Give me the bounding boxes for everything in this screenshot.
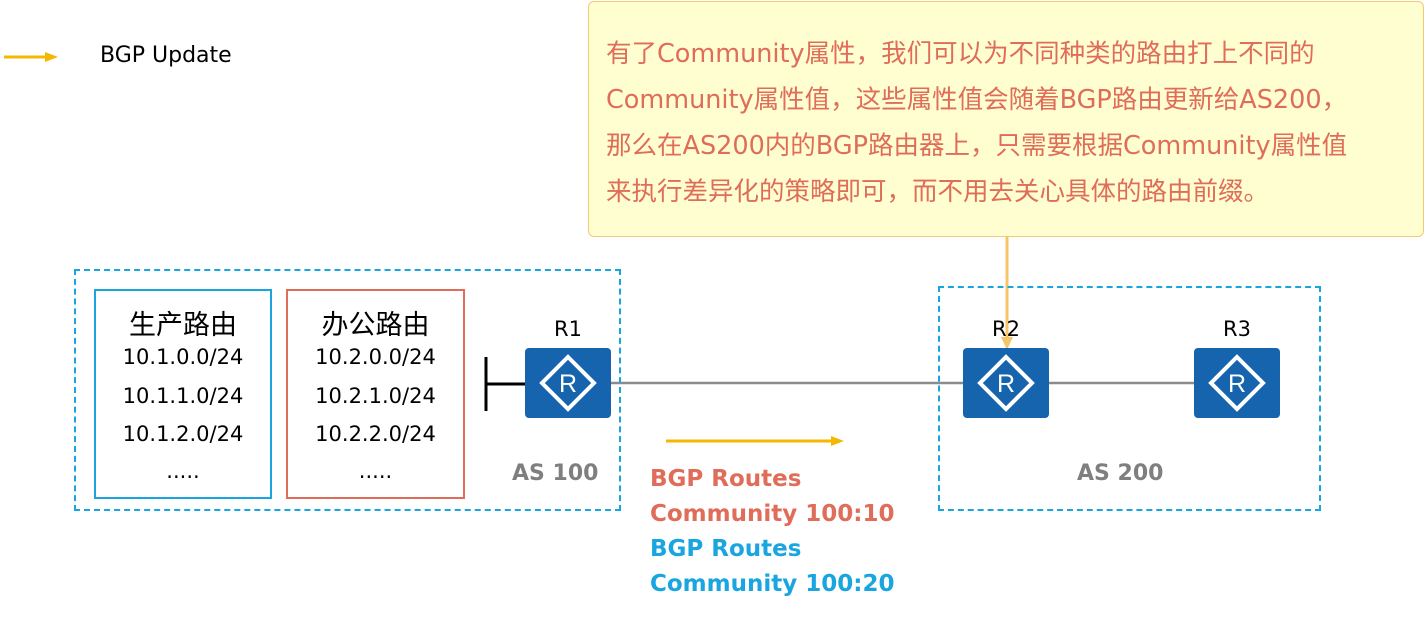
callout-line: 那么在AS200内的BGP路由器上，只需要根据Community属性值	[606, 131, 1348, 161]
svg-text:R: R	[997, 370, 1015, 398]
as100-label: AS 100	[512, 461, 599, 486]
router-label-r1: R1	[554, 317, 582, 341]
route-entry: 10.1.2.0/24	[122, 422, 244, 446]
router-icon: R	[539, 354, 597, 412]
as200-label: AS 200	[1077, 461, 1164, 486]
update-routes-label: BGP Routes	[650, 536, 802, 562]
router-r3[interactable]: R	[1194, 348, 1280, 418]
router-label-r2: R2	[992, 317, 1020, 341]
router-r2[interactable]: R	[963, 348, 1049, 418]
update-arrow-icon	[666, 436, 844, 446]
production-routes-box: 生产路由 10.1.0.0/24 10.1.1.0/24 10.1.2.0/24…	[94, 289, 272, 499]
update-routes-label: BGP Routes	[650, 466, 802, 492]
legend-arrow-icon	[4, 52, 58, 62]
route-group-title: 生产路由	[129, 310, 237, 341]
callout-line: 有了Community属性，我们可以为不同种类的路由打上不同的	[606, 39, 1315, 69]
callout-line: 来执行差异化的策略即可，而不用去关心具体的路由前缀。	[606, 177, 1270, 207]
update-community-label: Community 100:20	[650, 571, 895, 597]
legend-label: BGP Update	[100, 43, 232, 68]
route-group-title: 办公路由	[321, 310, 430, 341]
route-entry: .....	[358, 459, 393, 483]
route-entry: 10.1.1.0/24	[122, 384, 244, 408]
router-icon: R	[977, 354, 1035, 412]
router-label-r3: R3	[1223, 317, 1251, 341]
svg-text:R: R	[1228, 370, 1246, 398]
route-entry: 10.2.1.0/24	[315, 384, 436, 408]
router-r1[interactable]: R	[525, 348, 611, 418]
route-entry: 10.2.0.0/24	[315, 345, 436, 369]
route-entry: 10.1.0.0/24	[122, 345, 244, 369]
callout-line: Community属性值，这些属性值会随着BGP路由更新给AS200，	[606, 85, 1348, 115]
update-community-label: Community 100:10	[650, 501, 895, 527]
svg-text:R: R	[559, 370, 577, 398]
office-routes-box: 办公路由 10.2.0.0/24 10.2.1.0/24 10.2.2.0/24…	[286, 289, 465, 499]
router-icon: R	[1208, 354, 1266, 412]
route-entry: 10.2.2.0/24	[315, 422, 436, 446]
route-entry: .....	[166, 459, 200, 483]
